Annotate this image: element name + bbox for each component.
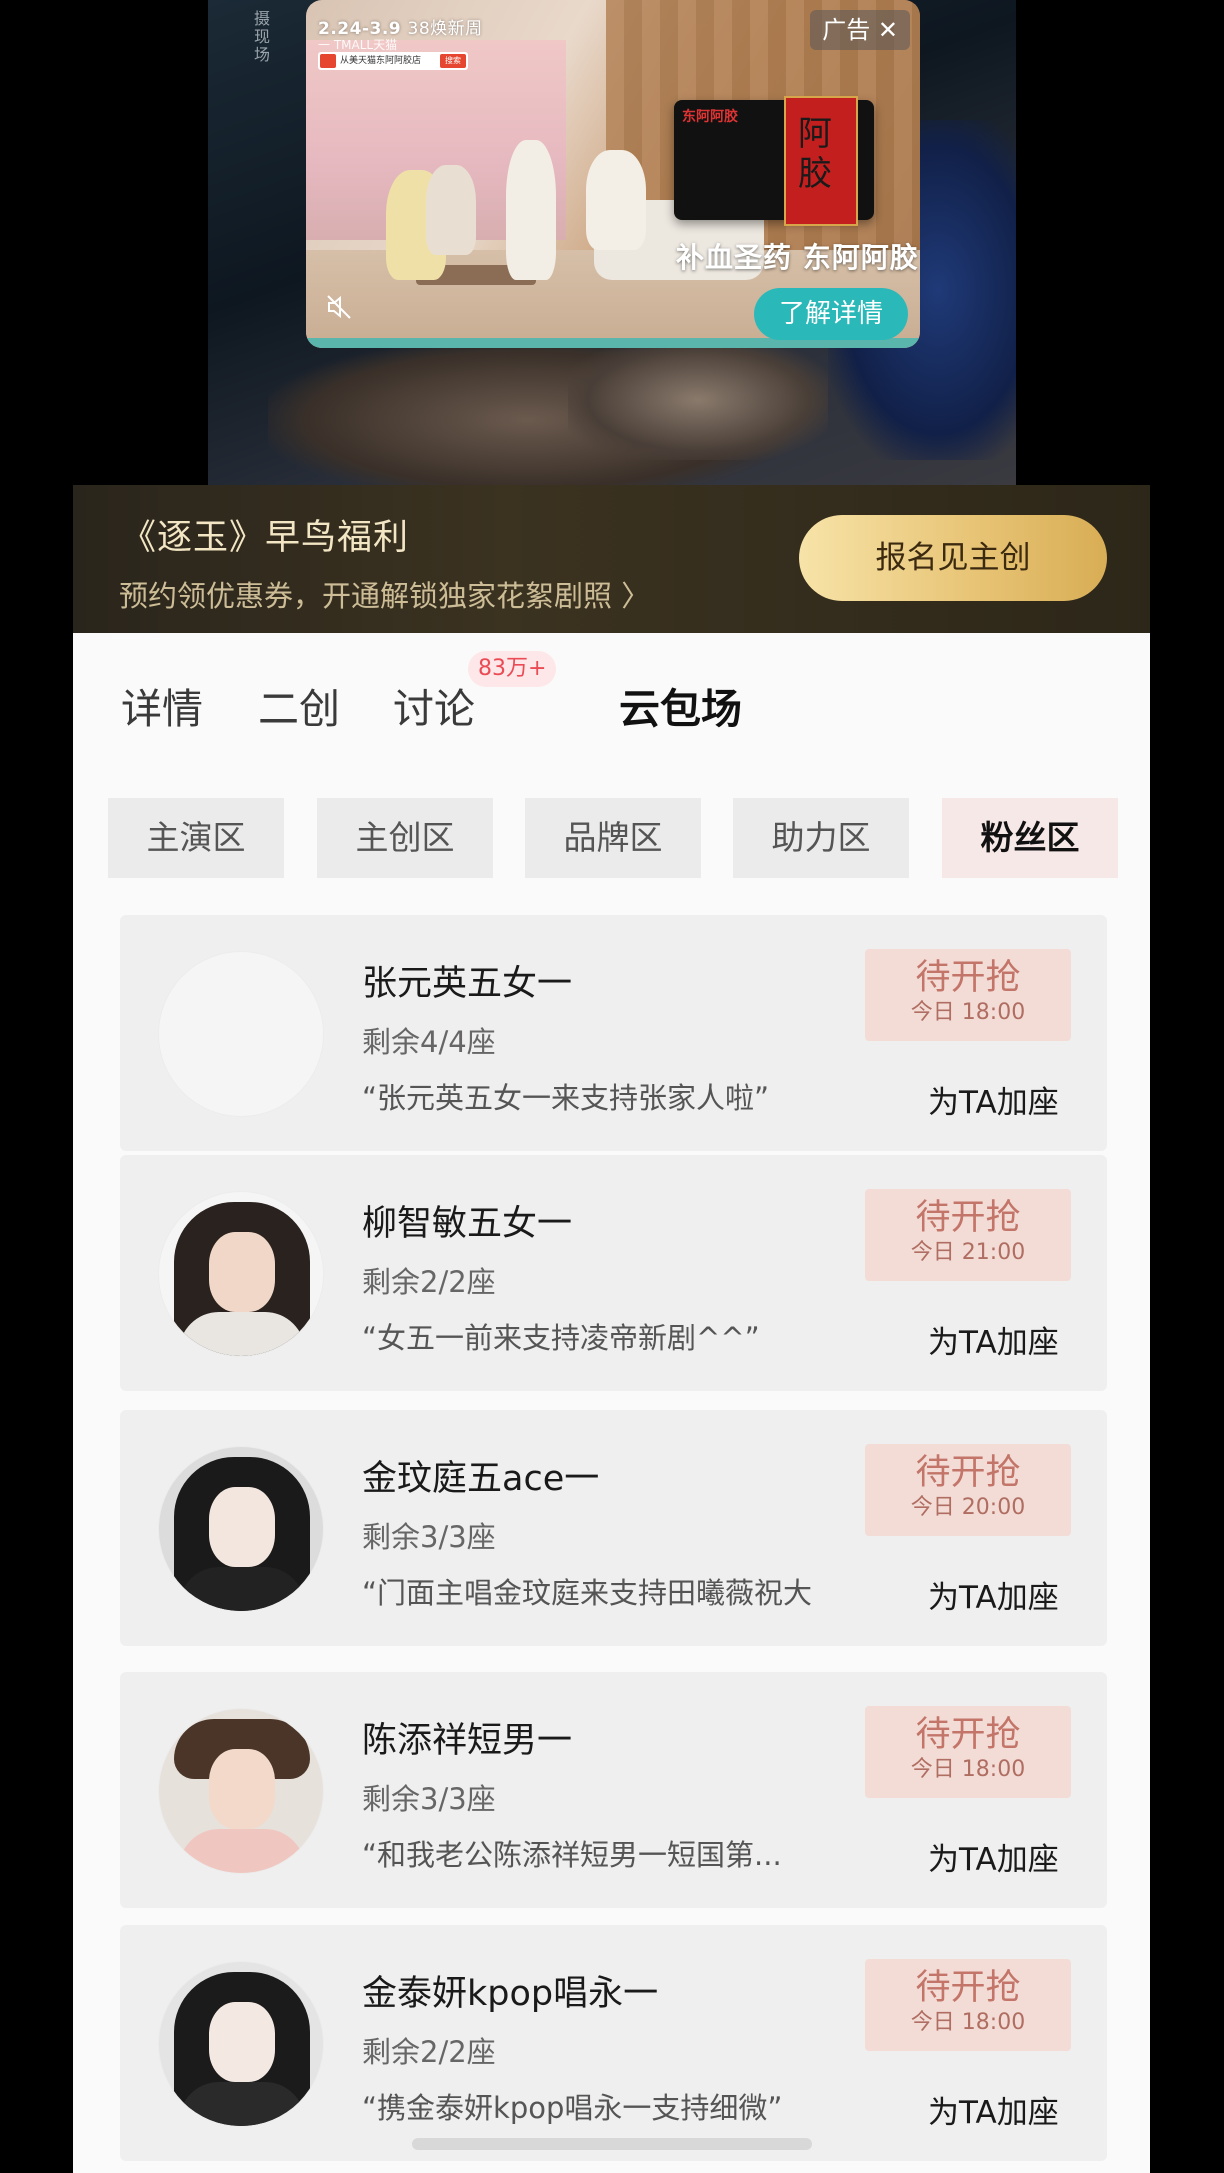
ad-search-button: 搜索: [440, 54, 466, 68]
ad-learn-more-button[interactable]: 了解详情: [754, 288, 908, 340]
item-seats: 剩余3/3座: [362, 1782, 496, 1816]
item-quote: “门面主唱金玟庭来支持田曦薇祝大: [362, 1576, 813, 1610]
item-quote: “张元英五女一来支持张家人啦”: [362, 1081, 770, 1115]
advertisement[interactable]: 2.24-3.9 38焕新周 一 TMALL天猫 从美天猫东阿阿胶店 搜索 东阿…: [306, 0, 920, 348]
add-seat-button[interactable]: 为TA加座: [928, 1572, 1059, 1617]
chip-lead-actors[interactable]: 主演区: [108, 798, 284, 878]
list-item[interactable]: 陈添祥短男一 剩余3/3座 “和我老公陈添祥短男一短国第... 待开抢 今日 1…: [120, 1672, 1107, 1908]
avatar-face: [209, 1232, 275, 1312]
list-item[interactable]: 金泰妍kpop唱永一 剩余2/2座 “携金泰妍kpop唱永一支持细微” 待开抢 …: [120, 1925, 1107, 2161]
ad-progress-bar: [306, 338, 920, 348]
grab-status: 待开抢: [915, 1198, 1021, 1238]
ad-close-button[interactable]: 广告 ✕: [810, 10, 910, 50]
grab-time: 今日 20:00: [910, 1495, 1026, 1520]
avatar[interactable]: [158, 951, 324, 1117]
chip-fans[interactable]: 粉丝区: [942, 798, 1118, 878]
early-bird-banner[interactable]: 《逐玉》早鸟福利 预约领优惠券，开通解锁独家花絮剧照 〉 报名见主创: [73, 485, 1150, 633]
avatar-face: [209, 1487, 275, 1567]
grab-time: 今日 18:00: [910, 1757, 1026, 1782]
video-frame-shape: [568, 340, 828, 460]
item-seats: 剩余4/4座: [362, 1025, 496, 1059]
tab-cloud-booking[interactable]: 云包场: [619, 675, 742, 735]
ad-person: [586, 150, 646, 250]
avatar[interactable]: [158, 1446, 324, 1612]
grab-status: 待开抢: [915, 1968, 1021, 2008]
tab-bar: 详情 二创 讨论 83万+ 云包场: [73, 633, 1150, 763]
ad-product-name: 阿胶: [798, 114, 832, 194]
avatar-body: [179, 1312, 305, 1356]
ad-person: [506, 140, 556, 280]
add-seat-button[interactable]: 为TA加座: [928, 1317, 1059, 1362]
ad-product-brand: 东阿阿胶: [682, 109, 738, 125]
grab-status: 待开抢: [915, 1715, 1021, 1755]
tab-derivative[interactable]: 二创: [258, 675, 340, 735]
chip-creators[interactable]: 主创区: [317, 798, 493, 878]
avatar[interactable]: [158, 1961, 324, 2127]
grab-button[interactable]: 待开抢 今日 18:00: [865, 1959, 1071, 2051]
avatar-face: [209, 2002, 275, 2082]
item-seats: 剩余2/2座: [362, 1265, 496, 1299]
ad-product-box: 东阿阿胶 阿胶: [674, 96, 874, 226]
list-item[interactable]: 金玟庭五ace一 剩余3/3座 “门面主唱金玟庭来支持田曦薇祝大 待开抢 今日 …: [120, 1410, 1107, 1646]
mute-icon[interactable]: [322, 292, 356, 326]
zone-filter: 主演区 主创区 品牌区 助力区 粉丝区: [73, 798, 1150, 878]
speaker-muted-icon: [327, 295, 351, 319]
add-seat-button[interactable]: 为TA加座: [928, 1834, 1059, 1879]
avatar[interactable]: [158, 1708, 324, 1874]
grab-button[interactable]: 待开抢 今日 18:00: [865, 949, 1071, 1041]
item-seats: 剩余2/2座: [362, 2035, 496, 2069]
item-title: 张元英五女一: [362, 964, 573, 1004]
tab-details[interactable]: 详情: [121, 675, 203, 735]
item-quote: “和我老公陈添祥短男一短国第...: [362, 1838, 782, 1872]
add-seat-button[interactable]: 为TA加座: [928, 1077, 1059, 1122]
item-title: 金泰妍kpop唱永一: [362, 1974, 659, 2014]
list-item[interactable]: 柳智敏五女一 剩余2/2座 “女五一前来支持凌帝新剧^^” 待开抢 今日 21:…: [120, 1155, 1107, 1391]
item-title: 金玟庭五ace一: [362, 1459, 600, 1499]
item-seats: 剩余3/3座: [362, 1520, 496, 1554]
item-title: 柳智敏五女一: [362, 1204, 573, 1244]
ad-slogan: 补血圣药 东阿阿胶: [676, 241, 919, 274]
grab-button[interactable]: 待开抢 今日 18:00: [865, 1706, 1071, 1798]
avatar-body: [179, 2082, 305, 2126]
discussion-count-badge: 83万+: [468, 651, 557, 687]
grab-time: 今日 18:00: [910, 2010, 1026, 2035]
grab-status: 待开抢: [915, 958, 1021, 998]
tab-discussion[interactable]: 讨论: [393, 675, 475, 735]
ad-search-bar: 从美天猫东阿阿胶店 搜索: [318, 52, 468, 70]
chip-brands[interactable]: 品牌区: [525, 798, 701, 878]
grab-button[interactable]: 待开抢 今日 20:00: [865, 1444, 1071, 1536]
add-seat-button[interactable]: 为TA加座: [928, 2087, 1059, 2132]
list-item[interactable]: 张元英五女一 剩余4/4座 “张元英五女一来支持张家人啦” 待开抢 今日 18:…: [120, 915, 1107, 1151]
ad-person: [426, 165, 476, 255]
content-panel: 详情 二创 讨论 83万+ 云包场 主演区 主创区 品牌区 助力区 粉丝区 张元…: [73, 633, 1150, 2173]
ad-search-text: 从美天猫东阿阿胶店: [340, 56, 422, 66]
item-quote: “携金泰妍kpop唱永一支持细微”: [362, 2091, 783, 2125]
grab-button[interactable]: 待开抢 今日 21:00: [865, 1189, 1071, 1281]
avatar-face: [209, 1749, 275, 1829]
avatar-body: [179, 1567, 305, 1611]
ad-subline: 一 TMALL天猫: [318, 38, 398, 52]
home-indicator[interactable]: [412, 2138, 812, 2150]
avatar-body: [179, 1829, 305, 1873]
video-side-caption: 摄现场: [251, 10, 270, 64]
grab-time: 今日 21:00: [910, 1240, 1026, 1265]
ad-product-label: 阿胶: [784, 96, 858, 226]
banner-title: 《逐玉》早鸟福利: [121, 518, 410, 558]
tmall-logo-icon: [320, 54, 336, 68]
avatar[interactable]: [158, 1191, 324, 1357]
register-button[interactable]: 报名见主创: [799, 515, 1107, 601]
ad-event: 38焕新周: [407, 19, 483, 39]
grab-status: 待开抢: [915, 1453, 1021, 1493]
item-title: 陈添祥短男一: [362, 1721, 573, 1761]
grab-time: 今日 18:00: [910, 1000, 1026, 1025]
banner-subtitle[interactable]: 预约领优惠券，开通解锁独家花絮剧照 〉: [119, 573, 650, 615]
item-quote: “女五一前来支持凌帝新剧^^”: [362, 1321, 760, 1355]
chip-support[interactable]: 助力区: [733, 798, 909, 878]
